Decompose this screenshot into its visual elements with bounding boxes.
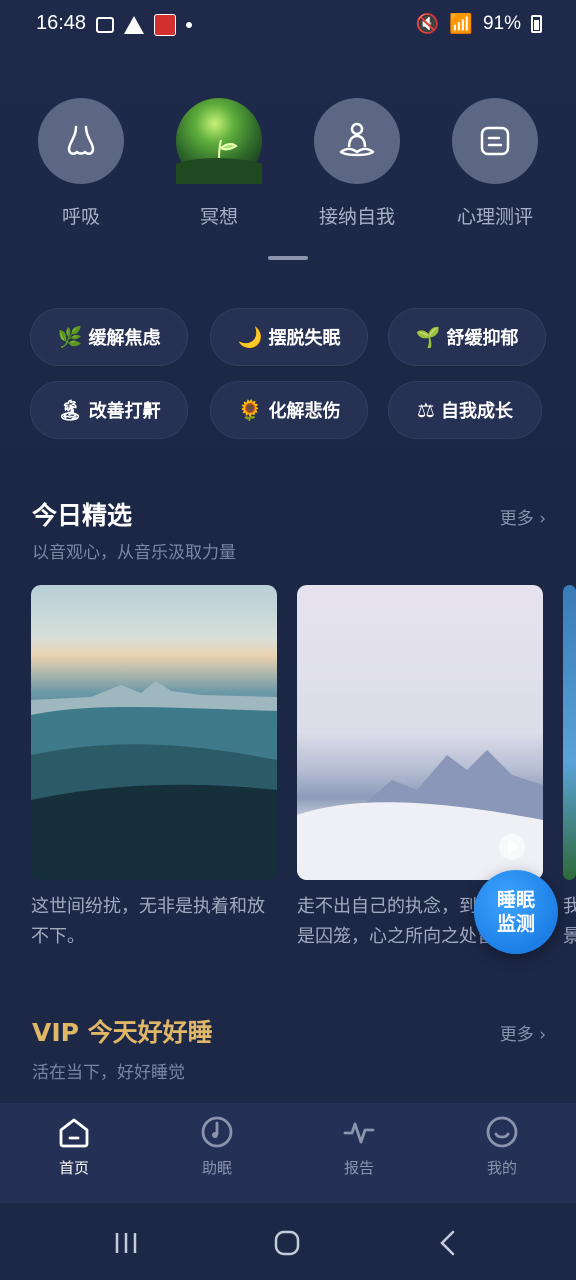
bottom-nav: 首页 助眠 报告 我的 bbox=[0, 1103, 576, 1203]
chip-label: 摆脱失眠 bbox=[268, 328, 341, 349]
nose-icon[interactable] bbox=[38, 98, 124, 184]
recent-apps-button[interactable] bbox=[106, 1223, 146, 1263]
battery-icon bbox=[531, 15, 542, 33]
nav-report-label: 报告 bbox=[343, 1159, 374, 1177]
status-right-icons: 🔇 📶 91% bbox=[416, 12, 542, 36]
nav-sleep-aid[interactable]: 助眠 bbox=[177, 1115, 257, 1178]
battery-percent: 91% bbox=[482, 13, 521, 34]
card-image-snow-peaks[interactable] bbox=[297, 585, 543, 880]
chip-label: 舒缓抑郁 bbox=[446, 328, 519, 349]
nav-profile[interactable]: 我的 bbox=[462, 1115, 542, 1178]
home-icon bbox=[57, 1115, 91, 1149]
more-label: 更多 bbox=[499, 1025, 534, 1045]
card-1[interactable]: 这世间纷扰，无非是执着和放不下。 bbox=[31, 585, 277, 952]
today-subtitle: 以音观心，从音乐汲取力量 bbox=[32, 543, 236, 563]
vip-more-link[interactable]: 更多 › bbox=[500, 1020, 546, 1045]
nav-home[interactable]: 首页 bbox=[34, 1115, 114, 1178]
scale-icon: ⚖ bbox=[417, 398, 435, 422]
chip-label: 化解悲伤 bbox=[268, 401, 341, 422]
chip-label: 自我成长 bbox=[440, 401, 513, 422]
card-image-mountains[interactable] bbox=[31, 585, 277, 880]
category-breath-label: 呼吸 bbox=[61, 206, 100, 228]
wifi-icon: 📶 bbox=[449, 14, 473, 35]
sleep-monitor-button[interactable]: 睡眠 监测 bbox=[474, 870, 558, 954]
nav-home-label: 首页 bbox=[58, 1159, 89, 1177]
category-assessment[interactable]: 心理测评 bbox=[440, 98, 550, 229]
vip-title: VIP 今天好好睡 bbox=[32, 1018, 213, 1047]
card-caption: 我景 bbox=[563, 896, 576, 947]
today-more-link[interactable]: 更多 › bbox=[500, 504, 546, 529]
category-self-acceptance[interactable]: 接纳自我 bbox=[302, 98, 412, 229]
chip-snoring[interactable]: 🏝 改善打鼾 bbox=[30, 381, 188, 439]
moon-icon: 🌙 bbox=[237, 325, 263, 349]
nav-report[interactable]: 报告 bbox=[319, 1115, 399, 1178]
nav-profile-label: 我的 bbox=[486, 1159, 517, 1177]
sleep-monitor-line1: 睡眠 bbox=[496, 889, 535, 911]
music-disc-icon bbox=[200, 1115, 234, 1149]
mute-icon: 🔇 bbox=[415, 14, 440, 35]
category-meditation-label: 冥想 bbox=[199, 206, 238, 228]
status-time: 16:48 bbox=[36, 12, 87, 34]
system-nav-bar bbox=[0, 1203, 576, 1280]
category-assessment-label: 心理测评 bbox=[456, 206, 533, 228]
chip-relieve-anxiety[interactable]: 🌿 缓解焦虑 bbox=[30, 308, 188, 366]
status-left-icons bbox=[96, 14, 192, 36]
vip-subtitle: 活在当下，好好睡觉 bbox=[32, 1063, 185, 1083]
leaf-icon: 🌿 bbox=[57, 325, 83, 349]
sunflower-icon: 🌻 bbox=[237, 398, 263, 422]
category-meditation[interactable]: 冥想 bbox=[164, 98, 274, 229]
more-notifications-dot bbox=[186, 22, 192, 28]
category-self-acceptance-label: 接纳自我 bbox=[318, 206, 395, 228]
category-breath[interactable]: 呼吸 bbox=[26, 98, 136, 229]
page-indicator bbox=[268, 256, 308, 260]
warning-icon bbox=[124, 16, 144, 34]
pulse-icon bbox=[342, 1115, 376, 1149]
meditation-photo[interactable] bbox=[176, 98, 262, 184]
more-label: 更多 bbox=[499, 509, 534, 529]
home-button[interactable] bbox=[267, 1223, 307, 1263]
nav-sleep-aid-label: 助眠 bbox=[201, 1159, 232, 1177]
assessment-icon[interactable] bbox=[452, 98, 538, 184]
status-bar: 16:48 🔇 📶 91% bbox=[0, 0, 576, 48]
chevron-right-icon: › bbox=[539, 1025, 546, 1045]
chip-sadness[interactable]: 🌻 化解悲伤 bbox=[210, 381, 368, 439]
sleep-monitor-line2: 监测 bbox=[496, 913, 535, 935]
gallery-icon bbox=[96, 17, 114, 33]
back-button[interactable] bbox=[428, 1223, 468, 1263]
card-image-partial[interactable] bbox=[563, 585, 576, 880]
smile-icon bbox=[485, 1115, 519, 1149]
chevron-right-icon: › bbox=[539, 509, 546, 529]
chip-self-growth[interactable]: ⚖ 自我成长 bbox=[388, 381, 542, 439]
lotus-pose-icon[interactable] bbox=[314, 98, 400, 184]
island-icon: 🏝 bbox=[57, 398, 83, 422]
chip-insomnia[interactable]: 🌙 摆脱失眠 bbox=[210, 308, 368, 366]
card-3[interactable]: 我景 bbox=[563, 585, 576, 952]
chip-depression[interactable]: 🌱 舒缓抑郁 bbox=[388, 308, 546, 366]
seedling-icon: 🌱 bbox=[415, 325, 441, 349]
chip-label: 改善打鼾 bbox=[88, 401, 161, 422]
chip-label: 缓解焦虑 bbox=[88, 328, 161, 349]
card-caption: 这世间纷扰，无非是执着和放不下。 bbox=[31, 896, 265, 947]
app-notification-icon bbox=[154, 14, 176, 36]
today-title: 今日精选 bbox=[32, 501, 133, 530]
